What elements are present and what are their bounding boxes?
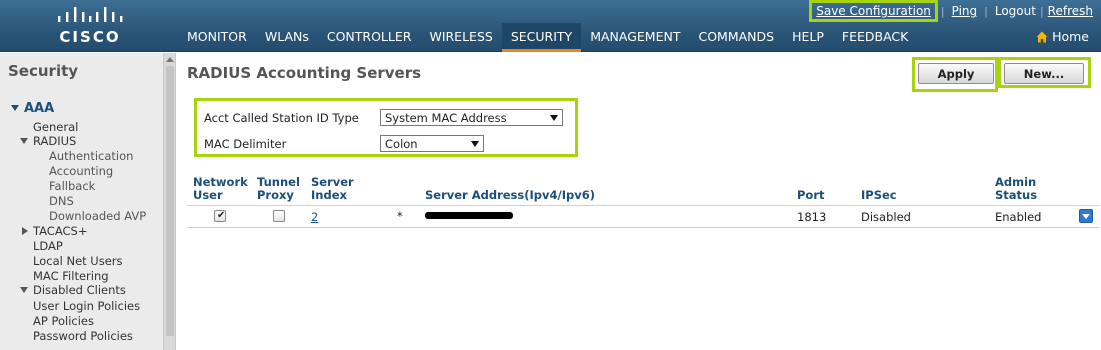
col-header-network-user: Network User (193, 176, 248, 202)
col-header-line: User (193, 188, 223, 202)
ipsec-cell: Disabled (861, 210, 911, 224)
home-link[interactable]: Home (1036, 29, 1089, 44)
home-label: Home (1052, 29, 1089, 44)
sidebar-item-accounting[interactable]: Accounting (49, 164, 113, 178)
cisco-wordmark: CISCO (59, 28, 121, 46)
col-header-line: Proxy (257, 188, 294, 202)
sidebar-item-general[interactable]: General (33, 120, 78, 134)
admin-status-cell: Enabled (995, 210, 1042, 224)
separator: | (1039, 4, 1044, 18)
mac-delimiter-select[interactable]: Colon (380, 135, 484, 152)
sidebar-item-local-net-users[interactable]: Local Net Users (33, 254, 123, 268)
cisco-bridge-icon (58, 7, 123, 22)
sidebar-item-user-login-policies[interactable]: User Login Policies (33, 299, 140, 313)
tunnel-proxy-checkbox[interactable] (273, 210, 285, 222)
col-header-line: Index (311, 188, 347, 202)
dropdown-arrow-icon (1082, 214, 1090, 219)
sidebar-item-authentication[interactable]: Authentication (49, 149, 133, 163)
cisco-logo: CISCO (50, 6, 130, 46)
checkmark-icon: ✔ (217, 210, 226, 221)
scroll-up-arrow-icon[interactable] (166, 57, 174, 62)
expanded-arrow-icon (11, 105, 19, 111)
sidebar-item-password-policies[interactable]: Password Policies (33, 329, 133, 343)
new-button[interactable]: New... (1004, 63, 1084, 84)
sidebar-item-dns[interactable]: DNS (49, 194, 74, 208)
sidebar-item-radius[interactable]: RADIUS (20, 134, 76, 148)
col-header-port: Port (797, 188, 825, 202)
station-id-type-label: Acct Called Station ID Type (204, 111, 359, 125)
utility-links: Save Configuration | Ping | Logout | Ref… (809, 0, 1093, 22)
sidebar: Security AAA General RADIUS Authenticati… (0, 53, 176, 350)
tab-feedback[interactable]: FEEDBACK (833, 23, 917, 52)
server-address-redacted (425, 212, 513, 219)
tab-wireless[interactable]: WIRELESS (420, 23, 501, 52)
logout-link[interactable]: Logout (995, 4, 1036, 18)
network-user-checkbox[interactable]: ✔ (214, 210, 226, 222)
col-header-server-address: Server Address(Ipv4/Ipv6) (425, 188, 595, 202)
separator: | (940, 4, 945, 18)
sidebar-item-label: RADIUS (33, 134, 77, 148)
col-header-server-index: Server Index (311, 176, 354, 202)
collapsed-arrow-icon (22, 227, 28, 235)
sidebar-title: Security (8, 62, 79, 80)
dropdown-arrow-icon (550, 114, 558, 121)
server-index-cell: 2 (311, 210, 318, 224)
sidebar-item-tacacs[interactable]: TACACS+ (22, 224, 87, 238)
sidebar-item-label: TACACS+ (33, 224, 88, 238)
table-header-divider (187, 205, 1099, 206)
sidebar-item-disabled-clients[interactable]: Disabled Clients (20, 283, 126, 297)
refresh-link[interactable]: Refresh (1048, 4, 1093, 18)
save-configuration-link[interactable]: Save Configuration (809, 0, 938, 22)
port-cell: 1813 (797, 210, 827, 224)
row-marker: * (397, 209, 403, 223)
station-id-type-value: System MAC Address (385, 110, 507, 125)
col-header-tunnel-proxy: Tunnel Proxy (257, 176, 300, 202)
ping-link[interactable]: Ping (952, 4, 978, 18)
home-icon (1036, 31, 1048, 42)
tab-controller[interactable]: CONTROLLER (318, 23, 421, 52)
col-header-admin-status: Admin Status (995, 176, 1037, 202)
sidebar-item-ldap[interactable]: LDAP (33, 239, 63, 253)
tab-monitor[interactable]: MONITOR (178, 23, 256, 52)
sidebar-item-label: AAA (24, 101, 55, 116)
sidebar-item-downloaded-avp[interactable]: Downloaded AVP (49, 209, 146, 223)
mac-delimiter-value: Colon (385, 136, 418, 151)
sidebar-item-mac-filtering[interactable]: MAC Filtering (33, 269, 109, 283)
tab-security[interactable]: SECURITY (501, 23, 582, 52)
expanded-arrow-icon (20, 138, 28, 144)
tab-commands[interactable]: COMMANDS (689, 23, 783, 52)
sidebar-item-fallback[interactable]: Fallback (49, 179, 95, 193)
server-index-link[interactable]: 2 (311, 210, 318, 224)
page-title: RADIUS Accounting Servers (187, 64, 422, 82)
sidebar-item-ap-policies[interactable]: AP Policies (33, 314, 94, 328)
col-header-ipsec: IPSec (861, 188, 897, 202)
scrollbar-thumb[interactable] (166, 66, 174, 336)
mac-delimiter-label: MAC Delimiter (204, 137, 287, 151)
sidebar-scrollbar[interactable] (163, 53, 175, 350)
tab-wlans[interactable]: WLANs (256, 23, 318, 52)
tab-management[interactable]: MANAGEMENT (581, 23, 689, 52)
tab-help[interactable]: HELP (783, 23, 833, 52)
main-navigation: MONITOR WLANs CONTROLLER WIRELESS SECURI… (178, 23, 917, 52)
expanded-arrow-icon (20, 287, 28, 293)
sidebar-item-label: Disabled Clients (33, 283, 126, 297)
station-id-type-select[interactable]: System MAC Address (380, 109, 563, 126)
separator: | (984, 4, 988, 18)
top-header-bar: CISCO Save Configuration | Ping | Logout… (0, 0, 1101, 52)
table-row-divider (187, 227, 1099, 228)
dropdown-arrow-icon (471, 140, 479, 147)
col-header-line: Status (995, 188, 1038, 202)
row-actions-dropdown[interactable] (1079, 209, 1093, 223)
apply-button[interactable]: Apply (918, 63, 994, 84)
sidebar-item-aaa[interactable]: AAA (11, 101, 54, 116)
